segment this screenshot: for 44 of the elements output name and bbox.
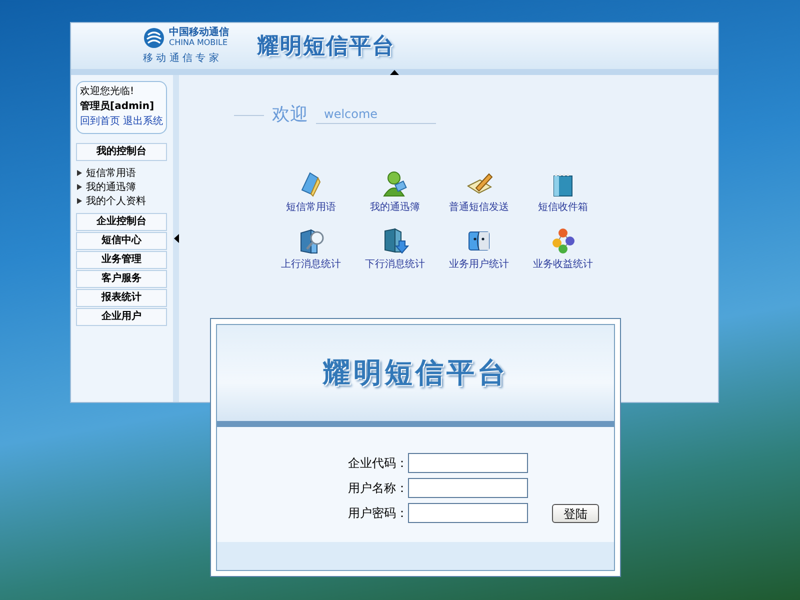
welcome-title: 欢迎 xyxy=(272,106,308,124)
shortcut-link[interactable]: 短信常用语 xyxy=(286,200,336,215)
greeting-text: 欢迎您光临! xyxy=(80,86,136,98)
user-name: 管理员[admin] xyxy=(80,101,156,113)
bullet-arrow-icon xyxy=(77,184,82,190)
welcome-subtitle: welcome xyxy=(323,106,379,123)
bullet-arrow-icon xyxy=(77,170,82,176)
menu-header[interactable]: 客户服务 xyxy=(76,270,167,288)
bullet-arrow-icon xyxy=(77,198,82,204)
connected-balls-icon xyxy=(550,227,576,254)
menu-header[interactable]: 业务管理 xyxy=(76,251,167,269)
input-field[interactable] xyxy=(408,503,528,523)
shortcut-link[interactable]: 业务收益统计 xyxy=(533,257,593,272)
logo-text: 中国移动通信 xyxy=(169,28,229,39)
field-label: 用户名称： xyxy=(347,480,408,497)
app-title: 耀明短信平台 xyxy=(257,32,395,60)
shortcut-link[interactable]: 我的通迅簿 xyxy=(370,200,420,215)
input-field[interactable] xyxy=(408,478,528,498)
input-field[interactable] xyxy=(408,453,528,473)
menu-header[interactable]: 我的控制台 xyxy=(76,143,167,161)
menu-header[interactable]: 企业控制台 xyxy=(76,213,167,231)
field-label: 用户密码： xyxy=(347,505,408,522)
shortcut-link[interactable]: 短信收件箱 xyxy=(538,200,588,215)
field-label: 企业代码： xyxy=(347,455,408,472)
logo-icon xyxy=(143,26,165,48)
nav-link[interactable]: 退出系统 xyxy=(123,116,163,128)
nav-link[interactable]: 回到首页 xyxy=(80,116,120,128)
login-button[interactable]: 登陆 xyxy=(552,504,599,522)
menu-header[interactable]: 报表统计 xyxy=(76,289,167,307)
menu-item[interactable]: 我的通迅簿 xyxy=(86,180,136,194)
menu-item[interactable]: 短信常用语 xyxy=(86,166,136,180)
logo-slogan: 移 动 通 信 专 家 xyxy=(143,52,220,66)
person-icon xyxy=(382,170,408,197)
shortcut-link[interactable]: 下行消息统计 xyxy=(365,257,425,272)
shortcut-link[interactable]: 业务用户统计 xyxy=(449,257,509,272)
menu-header[interactable]: 企业用户 xyxy=(76,308,167,326)
logo-text: CHINA MOBILE xyxy=(169,38,229,47)
menu-header[interactable]: 短信中心 xyxy=(76,232,167,250)
shortcut-link[interactable]: 上行消息统计 xyxy=(281,257,341,272)
login-title: 耀明短信平台 xyxy=(322,355,508,391)
menu-item[interactable]: 我的个人资料 xyxy=(86,194,146,208)
folder-magnifier-icon xyxy=(298,227,324,254)
shortcut-link[interactable]: 普通短信发送 xyxy=(449,200,509,215)
folder-arrow-icon xyxy=(382,227,408,254)
